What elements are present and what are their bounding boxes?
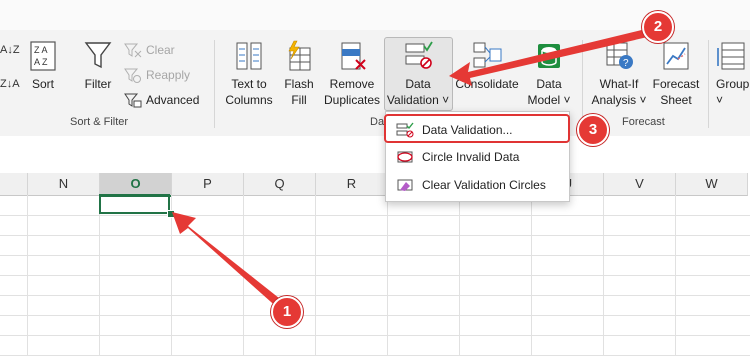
data-model-button[interactable]: Data Model ˅ xyxy=(524,40,574,108)
advanced-button[interactable]: Advanced xyxy=(124,92,199,108)
data-validation-line2: Validation ˅ xyxy=(386,93,450,107)
text-to-columns-line1: Text to xyxy=(231,77,267,91)
row-gridline xyxy=(0,215,750,216)
data-model-icon xyxy=(538,44,560,68)
clear-label: Clear xyxy=(146,43,175,57)
column-header[interactable]: P xyxy=(172,173,244,196)
clear-button[interactable]: Clear xyxy=(124,42,175,58)
ribbon: A↓Z Z↓A Z A A Z Sort Filter Clear Reappl… xyxy=(0,0,750,136)
what-if-line2: Analysis ˅ xyxy=(591,93,647,107)
group-button[interactable]: Group ˅ xyxy=(716,40,750,108)
row-gridline xyxy=(0,235,750,236)
forecast-sheet-icon xyxy=(663,42,689,70)
advanced-label: Advanced xyxy=(146,93,200,107)
sort-icon: Z A A Z xyxy=(30,41,56,71)
text-to-columns-line2: Columns xyxy=(225,93,273,107)
data-model-line1: Data xyxy=(536,77,562,91)
menu-highlight-box xyxy=(384,114,570,143)
menu-item-clear-validation-circles[interactable]: Clear Validation Circles xyxy=(392,173,563,197)
group-separator-3 xyxy=(708,40,709,128)
group-line2: ˅ xyxy=(716,93,724,107)
group-icon xyxy=(717,42,745,70)
data-model-line2: Model ˅ xyxy=(527,93,571,107)
remove-duplicates-button[interactable]: Remove Duplicates xyxy=(322,40,382,108)
group-separator xyxy=(214,40,215,128)
clear-filter-icon xyxy=(124,43,142,58)
data-tools-group-label: Da xyxy=(370,116,385,128)
row-gridline xyxy=(0,335,750,336)
what-if-line1: What-If xyxy=(599,77,639,91)
flash-fill-line1: Flash xyxy=(284,77,314,91)
column-header[interactable]: R xyxy=(316,173,388,196)
sort-ascending-button[interactable]: A↓Z xyxy=(0,44,20,56)
flash-fill-line2: Fill xyxy=(291,93,307,107)
flash-fill-button[interactable]: Flash Fill xyxy=(282,40,316,108)
consolidate-icon xyxy=(473,42,502,68)
sort-descending-button[interactable]: Z↓A xyxy=(0,78,20,90)
sort-filter-group-label: Sort & Filter xyxy=(70,116,129,128)
consolidate-label: Consolidate xyxy=(455,77,519,91)
sort-label: Sort xyxy=(31,77,54,91)
advanced-filter-icon xyxy=(124,93,142,108)
what-if-analysis-button[interactable]: ? What-If Analysis ˅ xyxy=(588,40,650,108)
reapply-icon xyxy=(124,68,141,83)
menu-item-label: Circle Invalid Data xyxy=(422,150,520,164)
filter-button[interactable]: Filter xyxy=(80,40,116,92)
column-header[interactable]: Q xyxy=(244,173,316,196)
consolidate-button[interactable]: Consolidate xyxy=(454,40,520,92)
menu-item-circle-invalid-data[interactable]: Circle Invalid Data xyxy=(392,145,563,169)
remove-duplicates-icon xyxy=(341,42,366,70)
group-separator-2 xyxy=(582,40,583,128)
sort-descending-icon: Z↓A xyxy=(0,78,20,90)
row-gridline xyxy=(0,295,750,296)
ribbon-tab-strip xyxy=(0,0,750,30)
column-header[interactable]: N xyxy=(28,173,100,196)
clear-circles-icon xyxy=(397,179,413,191)
forecast-sheet-line2: Sheet xyxy=(660,93,692,107)
forecast-sheet-button[interactable]: Forecast Sheet xyxy=(650,40,702,108)
reapply-button[interactable]: Reapply xyxy=(124,67,190,83)
svg-text:Z A: Z A xyxy=(34,45,48,55)
annotation-badge-3: 3 xyxy=(577,114,609,146)
sort-ascending-icon: A↓Z xyxy=(0,44,20,56)
worksheet-grid xyxy=(0,136,750,356)
filter-icon xyxy=(84,42,112,69)
forecast-sheet-line1: Forecast xyxy=(652,77,700,91)
annotation-badge-1: 1 xyxy=(271,296,303,328)
row-header-column xyxy=(0,173,28,196)
reapply-label: Reapply xyxy=(146,68,191,82)
what-if-icon: ? xyxy=(606,42,633,69)
flash-fill-icon xyxy=(288,40,311,71)
data-validation-line1: Data xyxy=(405,77,431,91)
column-header[interactable]: W xyxy=(676,173,748,196)
column-header[interactable]: V xyxy=(604,173,676,196)
row-gridline xyxy=(0,315,750,316)
filter-label: Filter xyxy=(84,77,112,91)
remove-duplicates-line1: Remove xyxy=(329,77,375,91)
data-validation-button[interactable]: Data Validation ˅ xyxy=(386,40,450,108)
row-gridline xyxy=(0,255,750,256)
svg-text:A Z: A Z xyxy=(34,57,48,67)
remove-duplicates-line2: Duplicates xyxy=(323,93,381,107)
forecast-group-label: Forecast xyxy=(622,116,665,128)
menu-item-label: Clear Validation Circles xyxy=(422,178,546,192)
text-to-columns-button[interactable]: Text to Columns xyxy=(222,40,276,108)
active-cell-o[interactable] xyxy=(99,194,170,214)
text-to-columns-icon xyxy=(236,42,262,70)
circle-invalid-icon xyxy=(397,151,413,163)
annotation-badge-2: 2 xyxy=(642,11,674,43)
row-gridline xyxy=(0,275,750,276)
fill-handle[interactable] xyxy=(167,210,175,218)
data-validation-icon xyxy=(405,41,433,69)
sort-button[interactable]: Z A A Z Sort xyxy=(26,40,60,92)
svg-text:?: ? xyxy=(623,58,629,69)
group-line1: Group xyxy=(716,77,750,91)
